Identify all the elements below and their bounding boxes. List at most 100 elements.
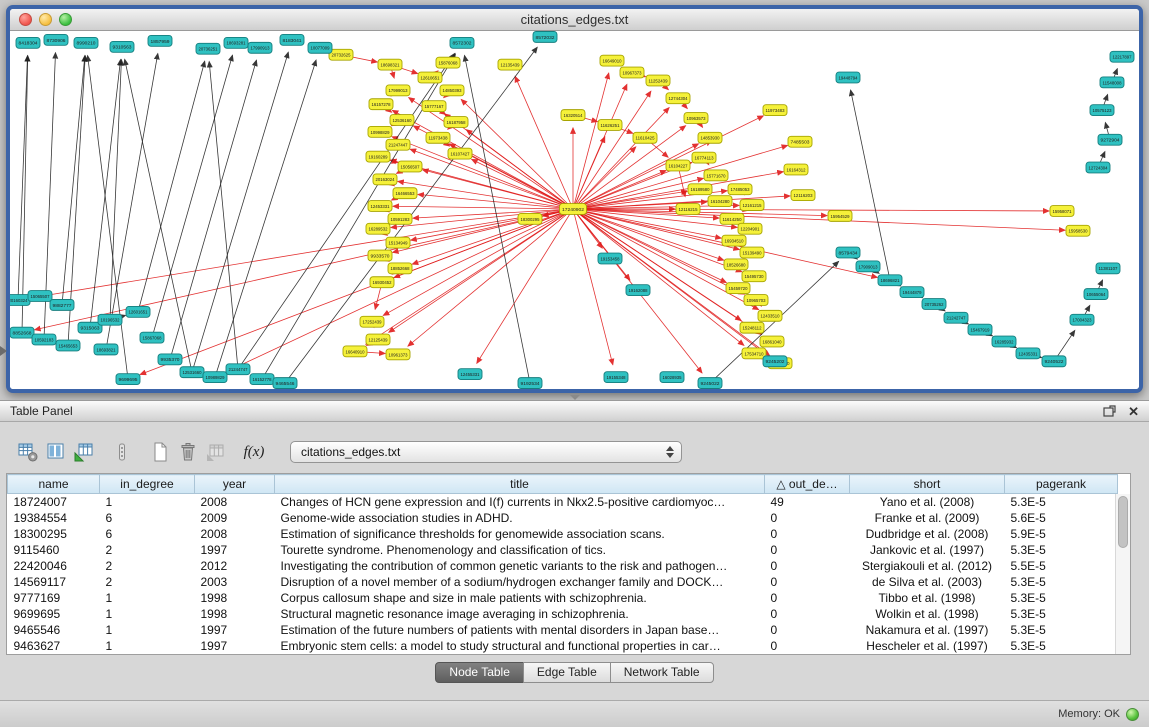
network-node[interactable]: 10989829 [203, 372, 227, 383]
network-node[interactable]: 16189580 [688, 184, 712, 195]
table-row[interactable]: 969969511998Structural magnetic resonanc… [8, 606, 1118, 622]
column-header-year[interactable]: year [195, 475, 275, 494]
network-node[interactable]: 19444879 [900, 287, 924, 298]
network-node[interactable]: 20736251 [196, 43, 220, 54]
window-titlebar[interactable]: citations_edges.txt [10, 9, 1139, 31]
network-node[interactable]: 12531660 [180, 367, 204, 378]
network-node[interactable]: 12435331 [1016, 348, 1040, 359]
network-node[interactable]: 12161215 [740, 200, 764, 211]
network-node[interactable]: 9192534 [518, 378, 542, 389]
table-row[interactable]: 1830029562008Estimation of significance … [8, 526, 1118, 542]
network-node[interactable]: 8183041 [280, 34, 304, 45]
table-row[interactable]: 977716911998Corpus callosum shape and si… [8, 590, 1118, 606]
network-node[interactable]: 18852668 [388, 263, 412, 274]
network-node[interactable]: 15777167 [422, 101, 446, 112]
network-node[interactable]: 17485053 [728, 184, 752, 195]
column-header-short[interactable]: short [850, 475, 1005, 494]
network-node[interactable]: 14853930 [698, 132, 722, 143]
network-node[interactable]: 11381107 [1096, 263, 1120, 274]
network-node[interactable]: 12724304 [1086, 162, 1110, 173]
network-node[interactable]: 15134949 [386, 237, 410, 248]
network-node[interactable]: 17909013 [856, 261, 880, 272]
network-node[interactable]: 12455331 [458, 369, 482, 380]
new-table-icon[interactable] [146, 440, 174, 464]
network-node[interactable]: 10575123 [1090, 105, 1114, 116]
network-node[interactable]: 12536160 [390, 115, 414, 126]
network-node[interactable]: 12204901 [738, 223, 762, 234]
network-node[interactable]: 15867068 [140, 332, 164, 343]
table-row[interactable]: 2242004622012Investigating the contribut… [8, 558, 1118, 574]
network-node[interactable]: 20732625 [329, 49, 353, 60]
network-node[interactable]: 16640910 [343, 346, 367, 357]
network-node[interactable]: 9933570 [368, 250, 392, 261]
network-node[interactable]: 16466553 [393, 188, 417, 199]
network-node[interactable]: 12744304 [666, 93, 690, 104]
network-node[interactable]: 16285932 [992, 336, 1016, 347]
network-node[interactable]: 16774113 [692, 152, 716, 163]
network-node[interactable]: 9882777 [50, 300, 74, 311]
network-node[interactable]: 15495730 [742, 271, 766, 282]
network-node[interactable]: 15459720 [726, 283, 750, 294]
network-node[interactable]: 11614250 [720, 213, 744, 224]
column-header-title[interactable]: title [275, 475, 765, 494]
network-node[interactable]: 8990210 [74, 37, 98, 48]
tab-edge-table[interactable]: Edge Table [523, 662, 611, 683]
network-node[interactable]: 19155348 [604, 372, 628, 383]
network-node[interactable]: 15056507 [398, 161, 422, 172]
network-node[interactable]: 10196532 [98, 314, 122, 325]
network-node[interactable]: 15248112 [740, 322, 764, 333]
network-node[interactable]: 16649010 [600, 55, 624, 66]
network-node[interactable]: 17252439 [360, 316, 384, 327]
network-node[interactable]: 19160289 [366, 151, 390, 162]
network-node[interactable]: 12116215 [676, 204, 700, 215]
network-node[interactable]: 15467919 [968, 324, 992, 335]
network-node[interactable]: 21242747 [944, 312, 968, 323]
scrollbar-thumb[interactable] [1118, 496, 1128, 548]
table-row[interactable]: 946554611997Estimation of the future num… [8, 622, 1118, 638]
column-header-out_de[interactable]: △ out_de… [765, 475, 850, 494]
network-node[interactable]: 16320514 [561, 110, 585, 121]
network-node[interactable]: 21247447 [386, 139, 410, 150]
network-node[interactable]: 8572302 [450, 37, 474, 48]
network-node[interactable]: 18693281 [224, 37, 248, 48]
minimize-window-button[interactable] [39, 13, 52, 26]
network-node[interactable]: 16164312 [784, 164, 808, 175]
network-node[interactable]: 15465653 [56, 340, 80, 351]
network-canvas[interactable]: 1724090220732625186983211261065115876068… [10, 31, 1139, 389]
network-node[interactable]: 12610651 [418, 72, 442, 83]
network-node[interactable]: 16152778 [250, 374, 274, 385]
column-header-pagerank[interactable]: pagerank [1005, 475, 1118, 494]
delete-table-icon[interactable] [174, 440, 202, 464]
table-selector-dropdown[interactable]: citations_edges.txt [290, 441, 682, 463]
network-node[interactable]: 12217897 [1110, 51, 1134, 62]
network-node[interactable]: 18526680 [724, 259, 748, 270]
tab-node-table[interactable]: Node Table [435, 662, 524, 683]
network-node[interactable]: 10961373 [386, 349, 410, 360]
network-node[interactable]: 14850393 [440, 85, 464, 96]
network-node[interactable]: 11252439 [646, 75, 670, 86]
network-node[interactable]: 9699695 [116, 374, 140, 385]
network-node[interactable]: 15771670 [704, 170, 728, 181]
network-node[interactable]: 11548008 [1100, 77, 1124, 88]
network-node[interactable]: 12116203 [791, 190, 815, 201]
network-node[interactable]: 16861040 [760, 336, 784, 347]
network-node[interactable]: 17990913 [248, 42, 272, 53]
table-mode-icon[interactable] [14, 440, 42, 464]
network-node[interactable]: 16289532 [366, 223, 390, 234]
network-node[interactable]: 16930452 [370, 277, 394, 288]
network-node[interactable]: 9240522 [1042, 356, 1066, 367]
network-node[interactable]: 18693821 [94, 344, 118, 355]
network-node[interactable]: 10967373 [620, 67, 644, 78]
network-node[interactable]: 18300295 [518, 213, 542, 224]
network-node[interactable]: 20735262 [922, 299, 946, 310]
network-node[interactable]: 12453331 [368, 201, 392, 212]
network-node[interactable]: 15876068 [436, 57, 460, 68]
network-node[interactable]: 8579434 [836, 247, 860, 258]
network-node[interactable]: 21244747 [226, 364, 250, 375]
network-node[interactable]: 20160324 [10, 295, 30, 306]
network-node[interactable]: 15954529 [828, 210, 852, 221]
network-node[interactable]: 19448794 [836, 72, 860, 83]
network-node[interactable]: 11973438 [426, 132, 450, 143]
network-node[interactable]: 17240902 [560, 204, 587, 215]
network-node[interactable]: 10998829 [368, 126, 392, 137]
